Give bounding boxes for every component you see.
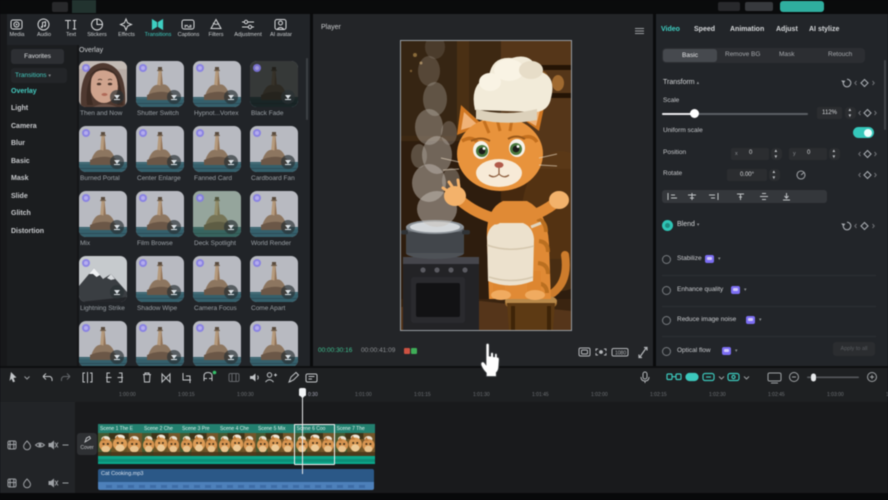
svg-text:1080: 1080 bbox=[615, 351, 626, 357]
